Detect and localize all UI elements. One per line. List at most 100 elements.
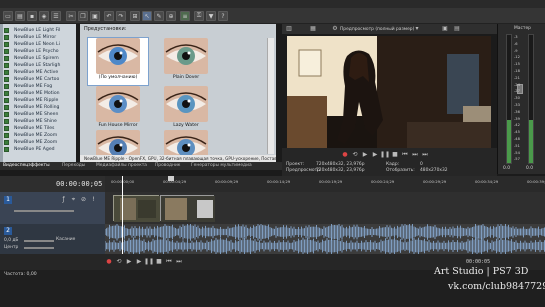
effect-list-item[interactable]: NewBlue ME Cartoo — [14, 76, 76, 83]
envelope-tool-icon[interactable]: ✎ — [154, 11, 164, 21]
effect-list-item[interactable]: NewBlue ME Zoom — [14, 132, 76, 139]
transport-record-icon[interactable]: ● — [106, 259, 112, 265]
effect-list-item[interactable]: NewBlue ME Fog — [14, 83, 76, 90]
lock-icon[interactable]: ⚿ — [194, 11, 204, 21]
stop-icon[interactable]: ■ — [392, 152, 398, 158]
effect-list-item[interactable]: NewBlue PE Aged — [14, 146, 76, 153]
new-project-icon[interactable]: ▭ — [3, 11, 13, 21]
record-icon[interactable]: ● — [342, 152, 348, 158]
pause-icon[interactable]: ❚❚ — [380, 152, 390, 158]
effect-list-item[interactable]: NewBlue ME Motion — [14, 90, 76, 97]
transport-loop-icon[interactable]: ⟲ — [116, 259, 122, 265]
effect-list-item[interactable]: NewBlue LE Neon Li — [14, 41, 76, 48]
transport-prev-icon[interactable]: ⏮ — [166, 259, 172, 265]
effect-list-item[interactable]: NewBlue ME Ripple — [14, 97, 76, 104]
effect-list-item[interactable]: NewBlue LE Light Fil — [14, 27, 76, 34]
video-clip-1[interactable] — [113, 195, 160, 222]
zoom-tool-icon[interactable]: ⊕ — [166, 11, 176, 21]
copy-icon[interactable]: ❐ — [78, 11, 88, 21]
track-fx-icon[interactable]: ƒ — [60, 196, 67, 203]
properties-icon[interactable]: ☰ — [51, 11, 61, 21]
meter-scale-tick: -36 — [514, 109, 520, 114]
play-from-start-icon[interactable]: ▶ — [362, 152, 368, 158]
transport-play-start-icon[interactable]: ▶ — [126, 259, 132, 265]
audio-waveform[interactable] — [104, 223, 545, 255]
marker-icon[interactable]: ▼ — [206, 11, 216, 21]
undo-icon[interactable]: ↶ — [104, 11, 114, 21]
open-folder-icon[interactable]: ▤ — [15, 11, 25, 21]
master-mixer: Мастер -3 -6 -9 -12 -15 -18 -21 -24 -27 -30 -33 -36… — [497, 24, 545, 174]
tab-video-fx[interactable]: Видеоспецэффекты — [3, 162, 50, 170]
tab-project-media[interactable]: Медиафайлы проекта — [96, 162, 147, 170]
transport-play-icon[interactable]: ▶ — [136, 259, 142, 265]
effect-list-item[interactable]: NewBlue ME Zoom — [14, 139, 76, 146]
meter-scale-tick: -45 — [514, 130, 520, 135]
effect-list-item[interactable]: NewBlue LE Starligh — [14, 62, 76, 69]
paste-icon[interactable]: ▣ — [90, 11, 100, 21]
effect-list-item[interactable]: NewBlue ME Shine — [14, 118, 76, 125]
effect-list-item[interactable]: NewBlue LE Spirem — [14, 55, 76, 62]
effect-list-item[interactable]: NewBlue LE Mirror — [14, 34, 76, 41]
track-motion-icon[interactable]: ⌖ — [70, 196, 77, 203]
effect-item-icon — [4, 105, 9, 110]
meter-scale-tick: -27 — [514, 89, 520, 94]
save-snapshot-icon[interactable]: ▤ — [454, 26, 460, 32]
effect-item-icon — [4, 28, 9, 33]
waveform-right-channel — [104, 237, 545, 255]
meter-scale-tick: -12 — [514, 55, 520, 60]
presets-scrollbar[interactable] — [267, 38, 274, 154]
snap-icon[interactable]: ⊞ — [130, 11, 140, 21]
effect-list-item[interactable]: NewBlue ME Tiles — [14, 125, 76, 132]
cut-icon[interactable]: ✂ — [66, 11, 76, 21]
transport-stop-icon[interactable]: ■ — [156, 259, 162, 265]
select-tool-icon[interactable]: ↖ — [142, 11, 152, 21]
copy-snapshot-icon[interactable]: ▣ — [442, 26, 448, 32]
video-clip-2[interactable] — [160, 195, 215, 222]
audio-track — [104, 223, 545, 255]
track-solo-icon[interactable]: ! — [90, 196, 97, 203]
dropdown-icon[interactable]: ▾ — [414, 26, 420, 32]
audio-volume-slider[interactable] — [24, 240, 54, 242]
audio-pan-mode[interactable]: Касание — [56, 237, 75, 242]
tab-media-generators[interactable]: Генераторы мультимедиа — [191, 162, 252, 170]
ruler-tick-label: 00:00:24;29 — [371, 179, 395, 184]
preset-item[interactable]: Plain Dover — [156, 38, 216, 85]
effect-list-item[interactable]: NewBlue LE Psycho — [14, 48, 76, 55]
render-icon[interactable]: ◈ — [39, 11, 49, 21]
tab-transitions[interactable]: Переходы — [62, 162, 85, 170]
prev-frame-icon[interactable]: ⏮ — [402, 152, 408, 158]
loop-icon[interactable]: ⟲ — [352, 152, 358, 158]
help-icon[interactable]: ? — [218, 11, 228, 21]
transport-next-icon[interactable]: ⏭ — [176, 259, 182, 265]
next-frame-icon[interactable]: ⏭ — [412, 152, 418, 158]
save-icon[interactable]: ▪ — [27, 11, 37, 21]
overlay-icon[interactable]: ▦ — [310, 26, 316, 32]
track-mute-icon[interactable]: ⊘ — [80, 196, 87, 203]
preset-label: Lazy Water — [173, 123, 199, 128]
meter-scale-tick: -30 — [514, 96, 520, 101]
effect-list-item[interactable]: NewBlue ME Active — [14, 69, 76, 76]
audio-pan-slider[interactable] — [24, 247, 54, 249]
preset-item[interactable]: Fun House Mirror — [88, 86, 148, 133]
play-icon[interactable]: ▶ — [372, 152, 378, 158]
preview-mode[interactable]: Предпросмотр (полный размер) — [340, 27, 414, 32]
effect-list-item[interactable]: NewBlue ME Rolling — [14, 104, 76, 111]
track-level-slider[interactable] — [14, 210, 74, 212]
playhead-cursor[interactable] — [122, 176, 123, 254]
loop-region-marker[interactable] — [168, 176, 174, 181]
preset-item[interactable]: (По умолчанию) — [87, 37, 149, 86]
split-screen-icon[interactable]: ▥ — [286, 26, 292, 32]
effect-item-icon — [4, 70, 9, 75]
preview-settings-icon[interactable]: ⚙ — [332, 26, 338, 32]
transport-pause-icon[interactable]: ❚❚ — [144, 259, 154, 265]
display-value: 480x270x32 — [420, 168, 448, 173]
redo-icon[interactable]: ↷ — [116, 11, 126, 21]
preset-thumbnail — [96, 86, 140, 122]
effect-list-item[interactable]: NewBlue ME Sheen — [14, 111, 76, 118]
tab-explorer[interactable]: Проводник — [155, 162, 180, 170]
go-end-icon[interactable]: ⏭ — [422, 152, 428, 158]
preset-item[interactable]: Lazy Water — [156, 86, 216, 133]
ripple-icon[interactable]: ≡ — [180, 11, 190, 21]
panel-grip[interactable] — [0, 24, 3, 162]
track-number-icon: 1 — [4, 196, 12, 204]
